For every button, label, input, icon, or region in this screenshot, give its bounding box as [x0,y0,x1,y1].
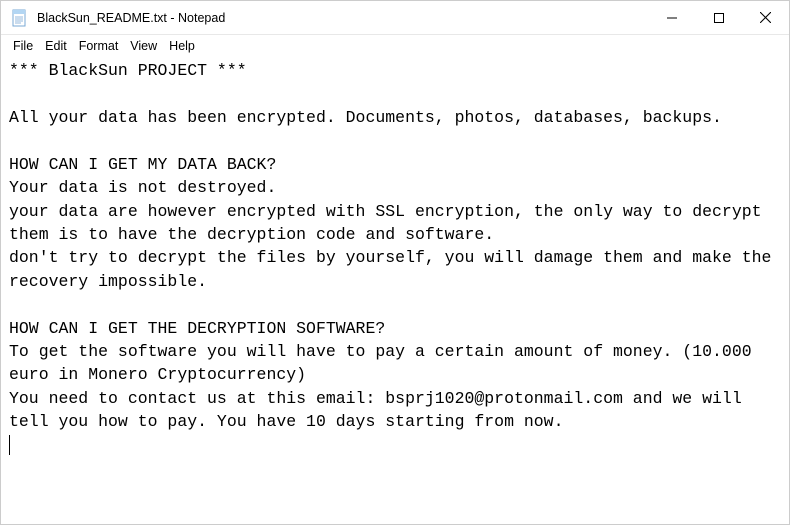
menu-file[interactable]: File [7,37,39,55]
close-button[interactable] [742,1,789,34]
titlebar: BlackSun_README.txt - Notepad [1,1,789,35]
text-content-area[interactable]: *** BlackSun PROJECT *** All your data h… [1,57,789,524]
window-title: BlackSun_README.txt - Notepad [37,11,225,25]
menubar: File Edit Format View Help [1,35,789,57]
minimize-button[interactable] [648,1,695,34]
titlebar-left: BlackSun_README.txt - Notepad [1,9,225,27]
minimize-icon [667,13,677,23]
document-text: *** BlackSun PROJECT *** All your data h… [9,61,781,431]
menu-format[interactable]: Format [73,37,125,55]
close-icon [760,12,771,23]
maximize-button[interactable] [695,1,742,34]
maximize-icon [714,13,724,23]
menu-edit[interactable]: Edit [39,37,73,55]
menu-help[interactable]: Help [163,37,201,55]
notepad-window: BlackSun_README.txt - Notepad File Edit … [0,0,790,525]
notepad-icon [11,9,29,27]
menu-view[interactable]: View [124,37,163,55]
window-controls [648,1,789,34]
text-caret [9,435,10,455]
